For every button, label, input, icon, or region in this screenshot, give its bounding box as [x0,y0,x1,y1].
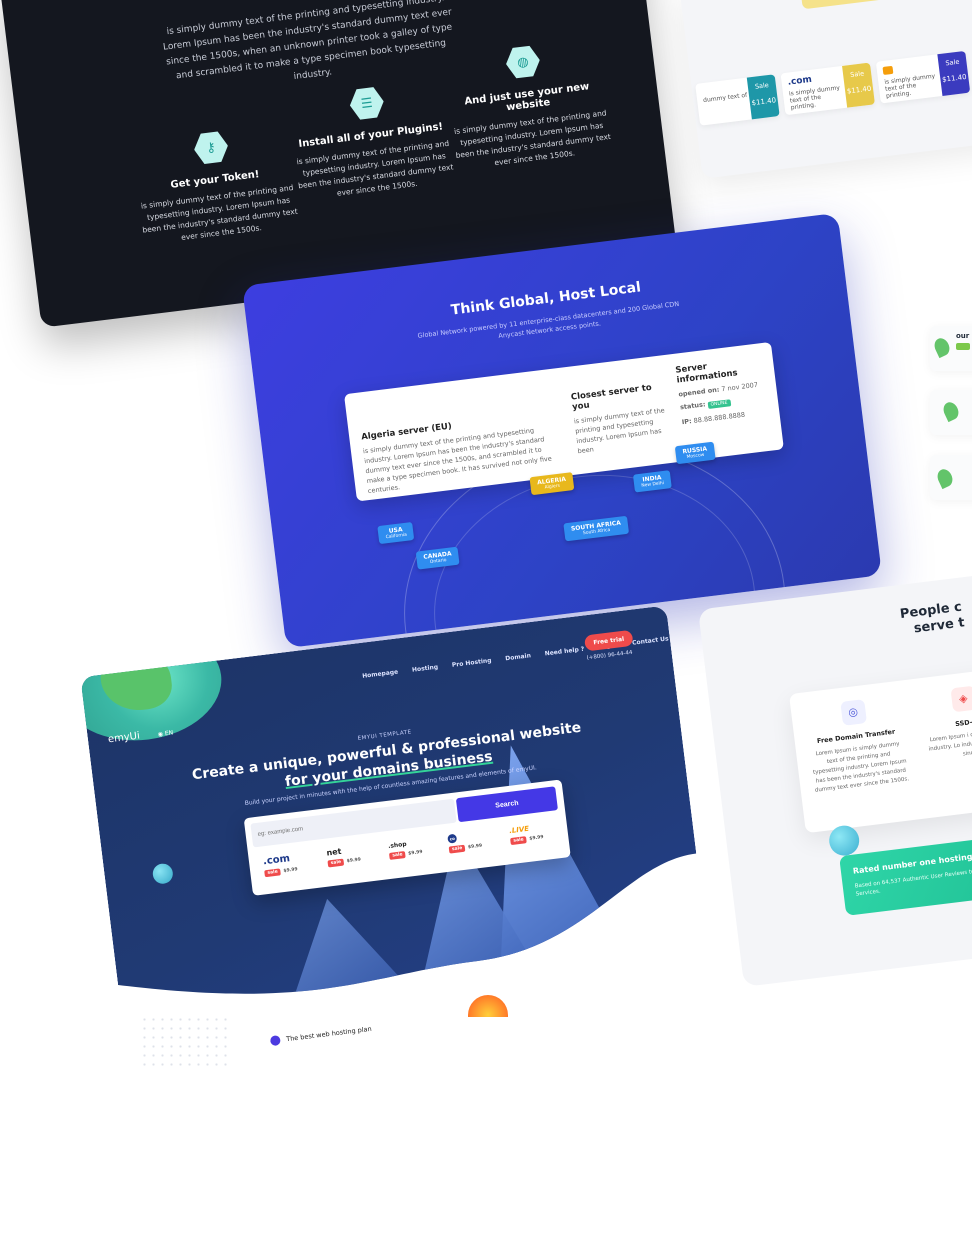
pricing-card[interactable]: is simply dummy text of the printing. Sa… [875,50,971,104]
promo-bar [800,0,972,10]
leaf-icon [940,399,962,423]
side-item [930,455,972,500]
tld-shop[interactable]: .shop sale $9.99 [388,837,423,860]
brand-logo[interactable]: emyUi [107,731,140,746]
nav-hosting[interactable]: Hosting [412,664,439,674]
rated-banner: Rated number one hosting by Based on 64,… [839,831,972,916]
tld-co[interactable]: co sale $9.99 [447,830,483,854]
tld-net[interactable]: net sale $9.99 [326,845,361,868]
nav-contact[interactable]: Contact Us [632,635,669,646]
pricing-card[interactable]: dummy text of Sale $11.40 [695,74,780,126]
pricing-section: dummy text of Sale $11.40 .com is simply… [679,0,972,179]
pin-usa[interactable]: USA California [377,521,415,545]
plan-note: The best web hosting plan [269,1024,372,1047]
service-free-domain-transfer: ◎ Free Domain Transfer Lorem Ipsum is si… [805,695,910,796]
flag-icon [882,65,894,75]
planet-illustration [80,621,227,750]
key-icon: ⚷ [192,129,230,167]
side-item [930,390,972,435]
list-icon: ☰ [348,84,386,122]
domain-search-input[interactable] [250,799,456,848]
server-informations: Server informations opened on: 7 nov 200… [674,361,759,427]
feature-use-website: ◍ And just use your new website is simpl… [441,35,614,174]
dot-pattern [140,1015,230,1070]
bullet-icon [269,1035,281,1047]
feature-install-plugins: ☰ Install all of your Plugins! is simply… [285,77,457,205]
nav-need-help[interactable]: Need help ? [544,646,584,658]
globe-icon: ◎ [839,699,867,726]
pin-russia[interactable]: RUSSIA Moscow [674,441,716,465]
sun-illustration [468,995,508,1017]
status-badge: ONLINE [707,399,731,410]
mountain-illustration [279,890,410,1004]
hero-section: Homepage Hosting Pro Hosting Domain Need… [80,605,709,1034]
search-button[interactable]: Search [456,786,558,822]
nav-homepage[interactable]: Homepage [362,669,399,680]
sale-badge: Sale $11.40 [746,74,780,120]
side-badge [956,343,970,350]
language-selector[interactable]: ◉ EN [157,729,173,738]
feature-get-token: ⚷ Get your Token! is simply dummy text o… [130,121,302,249]
nav-domain[interactable]: Domain [505,652,531,662]
pricing-card-com[interactable]: .com is simply dummy text of the printin… [780,62,875,116]
tld-live[interactable]: .LIVE sale $9.99 [509,822,544,845]
side-item: our [930,326,972,371]
moon-illustration [152,863,174,885]
nav-pro-hosting[interactable]: Pro Hosting [452,657,492,669]
services-card: ◎ Free Domain Transfer Lorem Ipsum is si… [788,664,972,834]
service-ssd: ◈ SSD-C Lorem Ipsum i of the printin ind… [915,681,972,764]
leaf-icon [934,466,956,490]
shield-icon: ◈ [949,685,972,713]
hero-background: Homepage Hosting Pro Hosting Domain Need… [80,605,709,1034]
reviews-section: People c serve t ◎ Free Domain Transfer … [697,573,972,987]
sale-badge: Sale $11.40 [842,62,875,108]
closest-server: Closest server to you is simply dummy te… [570,382,666,456]
globe-icon: ◍ [504,43,542,81]
section-title: People c serve t [899,599,966,637]
tld-com[interactable]: .com sale $9.99 [262,852,298,877]
global-network-section: Think Global, Host Local Global Network … [241,212,883,649]
free-trial-button[interactable]: Free trial [584,630,634,652]
leaf-icon [931,335,953,359]
sale-badge: Sale $11.40 [937,50,971,96]
